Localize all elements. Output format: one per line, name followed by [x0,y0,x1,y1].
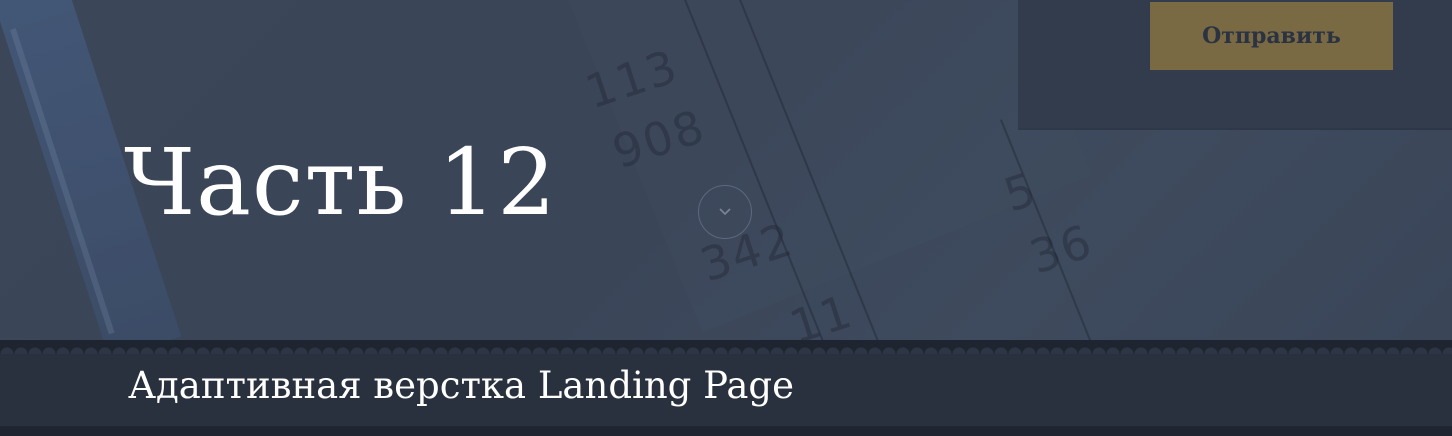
background-number: 36 [1023,213,1100,285]
subtitle-bar: Адаптивная верстка Landing Page [0,340,1452,436]
page-subtitle: Адаптивная верстка Landing Page [128,364,794,407]
hero-section: 113 908 342 36 5 11 Отправить Часть 12 А… [0,0,1452,436]
bar-bottom-edge [0,426,1452,436]
contact-form-panel: Отправить [1018,0,1452,128]
chevron-down-icon [719,208,731,216]
page-title: Часть 12 [124,129,557,236]
scroll-down-button[interactable] [698,185,752,239]
scalloped-edge [0,340,1452,354]
submit-button[interactable]: Отправить [1150,2,1393,70]
